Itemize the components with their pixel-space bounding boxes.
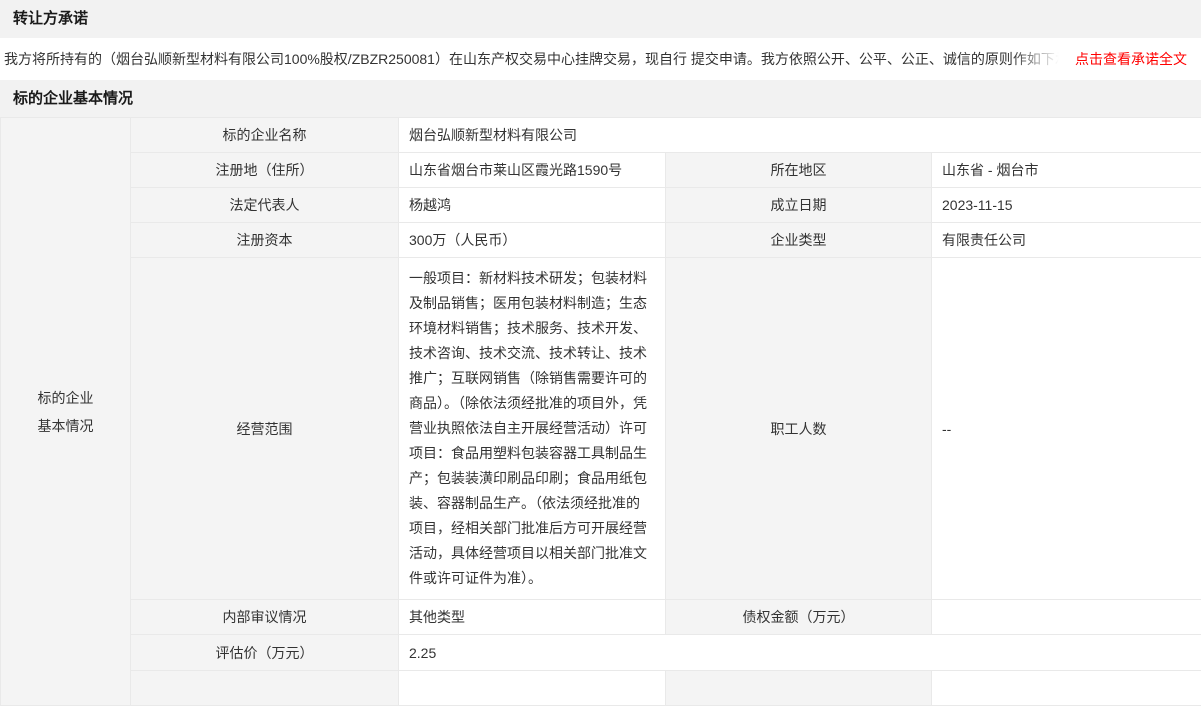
established-date-label: 成立日期 [666, 188, 932, 223]
registered-address-value: 山东省烟台市莱山区霞光路1590号 [399, 153, 666, 188]
table-row: 注册地（住所） 山东省烟台市莱山区霞光路1590号 所在地区 山东省 - 烟台市 [1, 153, 1201, 188]
table-row: 法定代表人 杨越鸿 成立日期 2023-11-15 [1, 188, 1201, 223]
enterprise-type-value: 有限责任公司 [932, 223, 1201, 258]
business-scope-value: 一般项目：新材料技术研发；包装材料及制品销售；医用包装材料制造；生态环境材料销售… [399, 258, 666, 600]
commitment-paragraph-row: 我方将所持有的（烟台弘顺新型材料有限公司100%股权/ZBZR250081）在山… [0, 38, 1201, 80]
legal-representative-value: 杨越鸿 [399, 188, 666, 223]
region-label: 所在地区 [666, 153, 932, 188]
table-row: 注册资本 300万（人民币） 企业类型 有限责任公司 [1, 223, 1201, 258]
business-scope-label: 经营范围 [131, 258, 399, 600]
debt-amount-value [932, 600, 1201, 635]
basic-info-title: 标的企业基本情况 [13, 90, 133, 107]
company-name-value: 烟台弘顺新型材料有限公司 [399, 118, 1201, 153]
view-full-commitment-link[interactable]: 点击查看承诺全文 [1067, 49, 1201, 69]
registered-capital-value: 300万（人民币） [399, 223, 666, 258]
appraisal-price-label: 评估价（万元） [131, 635, 399, 671]
internal-review-label: 内部审议情况 [131, 600, 399, 635]
commitment-text: 我方将所持有的（烟台弘顺新型材料有限公司100%股权/ZBZR250081）在山… [0, 49, 1067, 69]
employee-count-label: 职工人数 [666, 258, 932, 600]
employee-count-value: -- [932, 258, 1201, 600]
table-row: 内部审议情况 其他类型 债权金额（万元） [1, 600, 1201, 635]
table-row: 标的企业 基本情况 标的企业名称 烟台弘顺新型材料有限公司 [1, 118, 1201, 153]
enterprise-type-label: 企业类型 [666, 223, 932, 258]
basic-info-header: 标的企业基本情况 [0, 80, 1201, 117]
table-row-cutoff [1, 671, 1201, 706]
transferor-commitment-title: 转让方承诺 [13, 10, 88, 27]
table-row: 经营范围 一般项目：新材料技术研发；包装材料及制品销售；医用包装材料制造；生态环… [1, 258, 1201, 600]
appraisal-price-value: 2.25 [399, 635, 1201, 671]
registered-capital-label: 注册资本 [131, 223, 399, 258]
region-value: 山东省 - 烟台市 [932, 153, 1201, 188]
registered-address-label: 注册地（住所） [131, 153, 399, 188]
basic-info-table: 标的企业 基本情况 标的企业名称 烟台弘顺新型材料有限公司 注册地（住所） 山东… [0, 117, 1201, 706]
transferor-commitment-header: 转让方承诺 [0, 0, 1201, 38]
legal-representative-label: 法定代表人 [131, 188, 399, 223]
internal-review-value: 其他类型 [399, 600, 666, 635]
text-fade-overlay [1012, 49, 1067, 69]
debt-amount-label: 债权金额（万元） [666, 600, 932, 635]
company-name-label: 标的企业名称 [131, 118, 399, 153]
table-row: 评估价（万元） 2.25 [1, 635, 1201, 671]
established-date-value: 2023-11-15 [932, 188, 1201, 223]
side-group-label: 标的企业 基本情况 [1, 118, 131, 706]
